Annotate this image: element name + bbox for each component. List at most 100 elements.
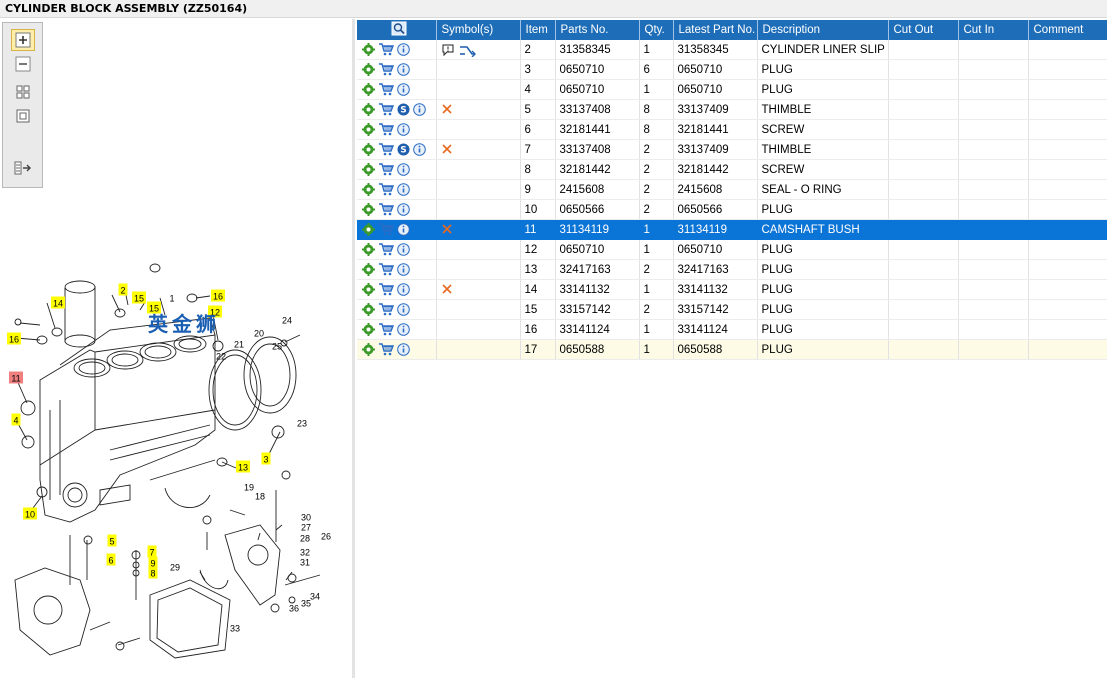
info-icon[interactable]	[397, 123, 413, 136]
supersession-s-icon[interactable]: S	[397, 103, 413, 116]
callout-5[interactable]: 5	[107, 534, 117, 547]
gear-icon[interactable]	[362, 283, 378, 296]
table-row[interactable]: 8 32181442 2 32181442 SCREW	[357, 159, 1107, 180]
callout-3[interactable]: 3	[261, 452, 271, 465]
callout-20[interactable]: 20	[254, 329, 264, 339]
add-to-cart-icon[interactable]	[378, 63, 397, 76]
info-icon[interactable]	[413, 143, 429, 156]
discontinued-cross-icon[interactable]	[441, 104, 456, 116]
callout-35[interactable]: 35	[301, 599, 311, 609]
callout-22[interactable]: 22	[216, 352, 226, 362]
table-row[interactable]: 9 2415608 2 2415608 SEAL - O RING	[357, 179, 1107, 200]
callout-32[interactable]: 32	[300, 548, 310, 558]
table-row[interactable]: 14 33141132 1 33141132 PLUG	[357, 279, 1107, 300]
table-row[interactable]: 231358345131358345CYLINDER LINER SLIP FI…	[357, 40, 1107, 60]
callout-28[interactable]: 28	[300, 534, 310, 544]
info-icon[interactable]	[397, 183, 413, 196]
tile-view-button[interactable]	[11, 81, 35, 103]
gear-icon[interactable]	[362, 123, 378, 136]
add-to-cart-icon[interactable]	[378, 103, 397, 116]
callout-21[interactable]: 21	[234, 340, 244, 350]
table-row[interactable]: 3 0650710 6 0650710 PLUG	[357, 59, 1107, 80]
table-row[interactable]: 4 0650710 1 0650710 PLUG	[357, 79, 1107, 100]
add-to-cart-icon[interactable]	[378, 203, 397, 216]
add-to-cart-icon[interactable]	[378, 43, 397, 56]
gear-icon[interactable]	[362, 343, 378, 356]
single-view-button[interactable]	[11, 105, 35, 127]
column-header-comment[interactable]: Comment	[1028, 20, 1107, 40]
add-to-cart-icon[interactable]	[378, 183, 397, 196]
add-to-cart-icon[interactable]	[378, 163, 397, 176]
gear-icon[interactable]	[362, 63, 378, 76]
discontinued-cross-icon[interactable]	[441, 284, 456, 296]
add-to-cart-icon[interactable]	[378, 83, 397, 96]
callout-18[interactable]: 18	[255, 492, 265, 502]
column-header-latest-part-no[interactable]: Latest Part No.	[673, 20, 758, 40]
add-to-cart-icon[interactable]	[378, 303, 397, 316]
callout-4[interactable]: 4	[11, 413, 21, 426]
exchange-icon[interactable]	[459, 44, 479, 57]
info-icon[interactable]	[397, 343, 413, 356]
callout-34[interactable]: 34	[310, 592, 320, 602]
add-to-cart-icon[interactable]	[378, 323, 397, 336]
add-to-cart-icon[interactable]	[378, 143, 397, 156]
callout-2[interactable]: 2	[118, 283, 128, 296]
add-to-cart-icon[interactable]	[378, 243, 397, 256]
column-header-item[interactable]: Item	[520, 20, 556, 40]
gear-icon[interactable]	[362, 43, 378, 56]
export-list-button[interactable]	[11, 157, 35, 179]
add-to-cart-icon[interactable]	[378, 123, 397, 136]
comment-icon[interactable]	[441, 44, 459, 56]
table-row[interactable]: S 7 33137408 2 33137409 THIMBLE	[357, 139, 1107, 160]
zoom-in-button[interactable]	[11, 29, 35, 51]
info-icon[interactable]	[397, 163, 413, 176]
info-icon[interactable]	[397, 303, 413, 316]
table-row[interactable]: 17 0650588 1 0650588 PLUG	[357, 339, 1107, 360]
supersession-s-icon[interactable]: S	[397, 143, 413, 156]
column-header-parts-no[interactable]: Parts No.	[555, 20, 640, 40]
info-icon[interactable]	[397, 243, 413, 256]
callout-31[interactable]: 31	[300, 558, 310, 568]
callout-26[interactable]: 26	[321, 532, 331, 542]
discontinued-cross-icon[interactable]	[441, 144, 456, 156]
info-icon[interactable]	[397, 223, 413, 236]
table-row[interactable]: 16 33141124 1 33141124 PLUG	[357, 319, 1107, 340]
gear-icon[interactable]	[362, 203, 378, 216]
gear-icon[interactable]	[362, 103, 378, 116]
add-to-cart-icon[interactable]	[378, 343, 397, 356]
column-header-qty[interactable]: Qty.	[639, 20, 674, 40]
info-icon[interactable]	[397, 83, 413, 96]
gear-icon[interactable]	[362, 183, 378, 196]
discontinued-cross-icon[interactable]	[441, 224, 456, 236]
info-icon[interactable]	[397, 63, 413, 76]
table-row[interactable]: 15 33157142 2 33157142 PLUG	[357, 299, 1107, 320]
gear-icon[interactable]	[362, 263, 378, 276]
callout-1[interactable]: 1	[169, 294, 174, 304]
callout-7[interactable]: 7	[147, 545, 157, 558]
zoom-out-button[interactable]	[11, 53, 35, 75]
callout-24[interactable]: 24	[282, 316, 292, 326]
callout-19[interactable]: 19	[244, 483, 254, 493]
callout-16[interactable]: 16	[7, 332, 21, 345]
column-header-cut-out[interactable]: Cut Out	[888, 20, 959, 40]
table-row[interactable]: S 5 33137408 8 33137409 THIMBLE	[357, 99, 1107, 120]
table-row[interactable]: 6 32181441 8 32181441 SCREW	[357, 119, 1107, 140]
callout-33[interactable]: 33	[230, 624, 240, 634]
add-to-cart-icon[interactable]	[378, 283, 397, 296]
callout-23[interactable]: 23	[297, 419, 307, 429]
callout-10[interactable]: 10	[23, 507, 37, 520]
gear-icon[interactable]	[362, 223, 378, 236]
column-header-cut-in[interactable]: Cut In	[958, 20, 1029, 40]
callout-13[interactable]: 13	[236, 460, 250, 473]
callout-6[interactable]: 6	[106, 553, 116, 566]
gear-icon[interactable]	[362, 83, 378, 96]
table-row[interactable]: 10 0650566 2 0650566 PLUG	[357, 199, 1107, 220]
table-row[interactable]: 13 32417163 2 32417163 PLUG	[357, 259, 1107, 280]
add-to-cart-icon[interactable]	[378, 223, 397, 236]
info-icon[interactable]	[397, 323, 413, 336]
add-to-cart-icon[interactable]	[378, 263, 397, 276]
callout-29[interactable]: 29	[170, 563, 180, 573]
info-icon[interactable]	[397, 43, 413, 56]
info-icon[interactable]	[397, 203, 413, 216]
callout-16[interactable]: 16	[211, 289, 225, 302]
